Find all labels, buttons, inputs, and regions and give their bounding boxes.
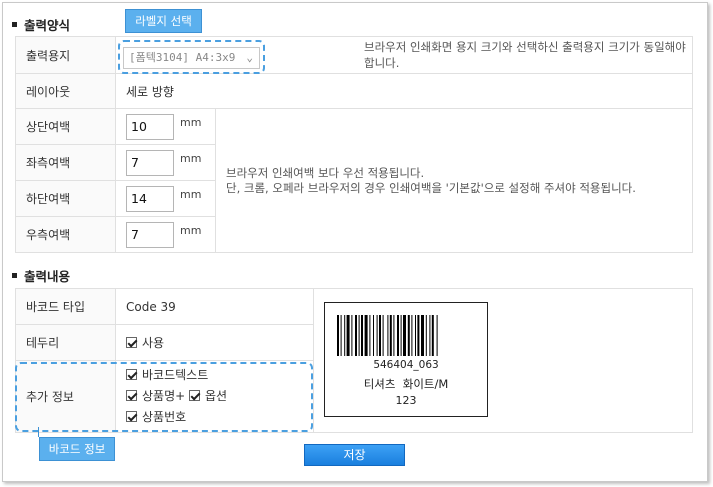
barcode-bar [400,315,402,356]
barcode-bar [397,315,399,356]
save-button[interactable]: 저장 [304,444,405,466]
barcode-bar [340,315,342,356]
label-select-tag: 라벨지 선택 [125,9,202,33]
barcode-bar [346,315,350,356]
margin-note: 브라우저 인쇄여백 보다 우선 적용됩니다. 단, 크롬, 오페라 브라우저의 … [215,108,693,253]
layout-value: 세로 방향 [115,73,693,109]
barcode-bar [369,315,371,356]
barcode-bar [379,315,381,356]
barcode-bar [355,315,357,356]
label-select-highlight [118,40,265,74]
unit-mm: mm [180,188,202,201]
barcode-bar [436,315,438,356]
right-margin-input[interactable]: 7 [126,221,174,248]
product-number: 123 [395,394,417,407]
barcode-bar [364,315,368,356]
barcode-bar [361,315,363,356]
output-format-title: 출력양식 [12,15,70,34]
border-option[interactable]: 사용 [115,324,314,361]
barcode-bar [344,315,346,356]
unit-mm: mm [180,116,202,129]
barcode-bar [351,315,353,356]
left-margin-input[interactable]: 7 [126,149,174,176]
barcode-bar [407,315,410,356]
margin-note-line2: 단, 크롬, 오페라 브라우저의 경우 인쇄여백을 '기본값'으로 설정해 주셔… [226,180,636,195]
barcode-type-label: 바코드 타입 [15,288,116,325]
square-bullet-icon [12,273,17,278]
barcode-bar [429,315,431,356]
barcode-bar [415,315,416,356]
barcode-bar [382,315,384,356]
top-margin-label: 상단여백 [15,108,116,145]
barcode-image [337,315,438,356]
barcode-type-value: Code 39 [115,288,314,325]
barcode-number: 546404_063 [373,359,439,371]
barcode-bar [389,315,392,356]
barcode-bar [403,315,406,356]
barcode-bar [358,315,360,356]
product-line: 티셔츠 화이트/M [363,377,449,391]
border-checkbox[interactable] [126,337,137,348]
barcode-bar [425,315,427,356]
barcode-bar [417,315,420,356]
barcode-bar [411,315,413,356]
unit-mm: mm [180,152,202,165]
paper-label: 출력용지 [15,36,116,74]
output-format-table: 출력용지 브라우저 인쇄화면 용지 크기와 선택하신 출력용지 크기가 동일해야… [15,36,693,253]
border-label: 테두리 [15,324,116,361]
barcode-info-highlight [15,362,313,432]
bottom-margin-label: 하단여백 [15,180,116,217]
unit-mm: mm [180,224,202,237]
barcode-bar [431,315,434,356]
barcode-bar [393,315,395,356]
barcode-preview: 546404_063 티셔츠 화이트/M 123 [324,302,488,417]
margin-note-line1: 브라우저 인쇄여백 보다 우선 적용됩니다. [226,165,425,180]
output-content-title: 출력내용 [12,266,70,285]
tag-pointer [38,427,39,437]
top-margin-input[interactable]: 10 [126,113,174,140]
barcode-bar [376,315,378,356]
barcode-bar [373,315,374,356]
left-margin-label: 좌측여백 [15,144,116,181]
barcode-bar [387,315,389,356]
square-bullet-icon [12,22,17,27]
barcode-bar [337,315,339,356]
border-use-label: 사용 [142,336,165,350]
bottom-margin-input[interactable]: 14 [126,185,174,212]
right-margin-label: 우측여백 [15,216,116,253]
barcode-bar [421,315,424,356]
barcode-info-tag: 바코드 정보 [39,437,115,461]
layout-label: 레이아웃 [15,73,116,109]
